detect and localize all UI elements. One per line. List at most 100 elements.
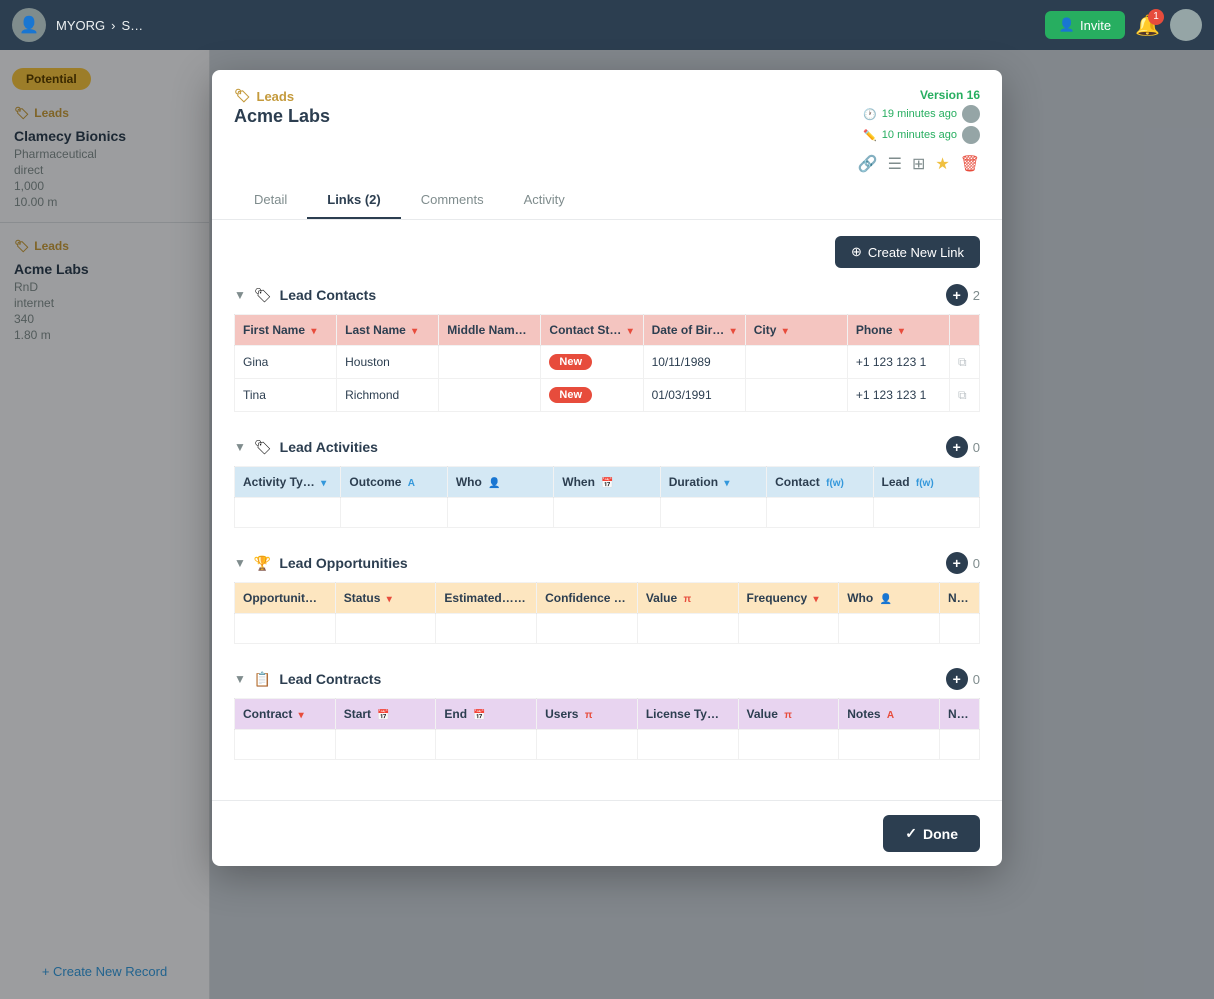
opportunities-count: + 0 — [946, 552, 980, 574]
col-frequency: Frequency ▾ — [738, 583, 839, 614]
version-time-1: 🕐 19 minutes ago — [863, 105, 980, 123]
opportunities-count-badge: 0 — [973, 556, 980, 571]
contact-middle-tina — [439, 379, 541, 412]
opportunities-add-button[interactable]: + — [946, 552, 968, 574]
activities-chevron[interactable]: ▼ — [234, 440, 246, 454]
activities-add-button[interactable]: + — [946, 436, 968, 458]
list-view-icon[interactable]: ☰ — [888, 154, 902, 174]
modal-title-row: 🏷 Leads Acme Labs Version 16 🕐 19 minute… — [234, 88, 980, 144]
done-button[interactable]: ✓ Done — [883, 815, 980, 852]
col-who: Who 👤 — [447, 467, 553, 498]
col-estimated: Estimated… 📅 — [436, 583, 537, 614]
contact-city-gina — [745, 346, 847, 379]
col-contact-status: Contact St… ▾ — [541, 315, 643, 346]
contact-dob-gina: 10/11/1989 — [643, 346, 745, 379]
modal-footer: ✓ Done — [212, 800, 1002, 866]
activities-icon: 🏷 — [254, 439, 272, 456]
col-users: Users π — [537, 699, 638, 730]
activities-table: Activity Ty… ▾ Outcome A Who 👤 When 📅 Du… — [234, 466, 980, 528]
col-extra-contract: N… — [940, 699, 980, 730]
col-lead-act: Lead f(w) — [873, 467, 979, 498]
contact-row-gina: Gina Houston New 10/11/1989 +1 123 123 1… — [235, 346, 980, 379]
tab-links[interactable]: Links (2) — [307, 182, 400, 219]
breadcrumb-item: S… — [121, 18, 143, 33]
user-profile-avatar[interactable] — [1170, 9, 1202, 41]
tab-activity[interactable]: Activity — [504, 182, 585, 219]
col-end: End 📅 — [436, 699, 537, 730]
external-link-icon[interactable]: 🔗 — [858, 154, 878, 174]
tab-detail[interactable]: Detail — [234, 182, 307, 219]
modal-version-info: Version 16 🕐 19 minutes ago ✏️ 10 minute… — [863, 88, 980, 144]
contacts-section-header: ▼ 🏷 Lead Contacts + 2 — [234, 284, 980, 306]
contact-copy-tina[interactable]: ⧉ — [950, 379, 980, 412]
col-notes-opp: N… — [940, 583, 980, 614]
col-license-type: License Ty… ▾ — [637, 699, 738, 730]
user-avatar-top[interactable]: 👤 — [12, 8, 46, 42]
contact-row-tina: Tina Richmond New 01/03/1991 +1 123 123 … — [235, 379, 980, 412]
col-last-name: Last Name ▾ — [337, 315, 439, 346]
contact-first-tina: Tina — [235, 379, 337, 412]
contact-phone-gina: +1 123 123 1 — [847, 346, 949, 379]
contracts-empty-row — [235, 730, 980, 760]
activities-title-left: ▼ 🏷 Lead Activities — [234, 439, 378, 456]
modal-header: 🏷 Leads Acme Labs Version 16 🕐 19 minute… — [212, 70, 1002, 220]
org-name: MYORG — [56, 18, 105, 33]
modal-dialog: 🏷 Leads Acme Labs Version 16 🕐 19 minute… — [212, 70, 1002, 866]
contracts-add-button[interactable]: + — [946, 668, 968, 690]
modal-entity-name: Acme Labs — [234, 106, 330, 127]
opportunities-table-scroll[interactable]: Opportunit… ▾ Status ▾ Estimated… 📅 Conf… — [234, 582, 980, 644]
notification-bell[interactable]: 🔔 1 — [1135, 13, 1160, 38]
col-value: Value π — [637, 583, 738, 614]
invite-button[interactable]: 👤 Invite — [1045, 11, 1125, 39]
contracts-icon: 📋 — [254, 671, 271, 688]
version-avatar-2 — [962, 126, 980, 144]
opportunities-chevron[interactable]: ▼ — [234, 556, 246, 570]
contact-last-houston: Houston — [337, 346, 439, 379]
activities-empty-row — [235, 498, 980, 528]
col-duration: Duration ▾ — [660, 467, 766, 498]
tab-comments[interactable]: Comments — [401, 182, 504, 219]
checkmark-icon: ✓ — [905, 825, 917, 842]
version-avatar-1 — [962, 105, 980, 123]
version-label: Version 16 — [863, 88, 980, 102]
breadcrumb-separator: › — [111, 18, 115, 33]
activities-count: + 0 — [946, 436, 980, 458]
modal-leads-icon: 🏷 — [234, 88, 251, 104]
contacts-title-text: Lead Contacts — [280, 287, 376, 303]
modal-body: ⊕ Create New Link ▼ 🏷 Lead Contacts + 2 — [212, 220, 1002, 800]
opportunities-title-left: ▼ 🏆 Lead Opportunities — [234, 555, 408, 572]
contact-first-gina: Gina — [235, 346, 337, 379]
lead-activities-section: ▼ 🏷 Lead Activities + 0 Activity Ty… ▾ O… — [234, 436, 980, 528]
trash-icon[interactable]: 🗑 — [960, 154, 980, 174]
star-icon[interactable]: ★ — [935, 154, 949, 174]
create-new-link-button[interactable]: ⊕ Create New Link — [835, 236, 980, 268]
col-notes-contract: Notes A — [839, 699, 940, 730]
col-when: When 📅 — [554, 467, 660, 498]
contact-status-gina: New — [541, 346, 643, 379]
contracts-count-badge: 0 — [973, 672, 980, 687]
modal-title-left: 🏷 Leads Acme Labs — [234, 88, 330, 127]
contracts-table: Contract ▾ Start 📅 End 📅 Users π License… — [234, 698, 980, 760]
contacts-add-button[interactable]: + — [946, 284, 968, 306]
col-confidence: Confidence % % — [537, 583, 638, 614]
col-opportunity: Opportunit… ▾ — [235, 583, 336, 614]
clock-icon: 🕐 — [863, 108, 877, 121]
contact-copy-gina[interactable]: ⧉ — [950, 346, 980, 379]
col-outcome: Outcome A — [341, 467, 447, 498]
col-city: City ▾ — [745, 315, 847, 346]
opportunities-section-header: ▼ 🏆 Lead Opportunities + 0 — [234, 552, 980, 574]
notification-badge: 1 — [1148, 9, 1164, 25]
contacts-chevron[interactable]: ▼ — [234, 288, 246, 302]
col-start: Start 📅 — [335, 699, 436, 730]
contact-city-tina — [745, 379, 847, 412]
contact-status-tina: New — [541, 379, 643, 412]
lead-opportunities-section: ▼ 🏆 Lead Opportunities + 0 Opportunit… ▾ — [234, 552, 980, 644]
col-first-name: First Name ▾ — [235, 315, 337, 346]
grid-view-icon[interactable]: ⊞ — [912, 154, 925, 174]
contracts-chevron[interactable]: ▼ — [234, 672, 246, 686]
opportunities-icon: 🏆 — [254, 555, 271, 572]
contacts-icon: 🏷 — [254, 287, 272, 304]
contracts-title-text: Lead Contracts — [279, 671, 381, 687]
contacts-title-left: ▼ 🏷 Lead Contacts — [234, 287, 376, 304]
contact-last-richmond: Richmond — [337, 379, 439, 412]
